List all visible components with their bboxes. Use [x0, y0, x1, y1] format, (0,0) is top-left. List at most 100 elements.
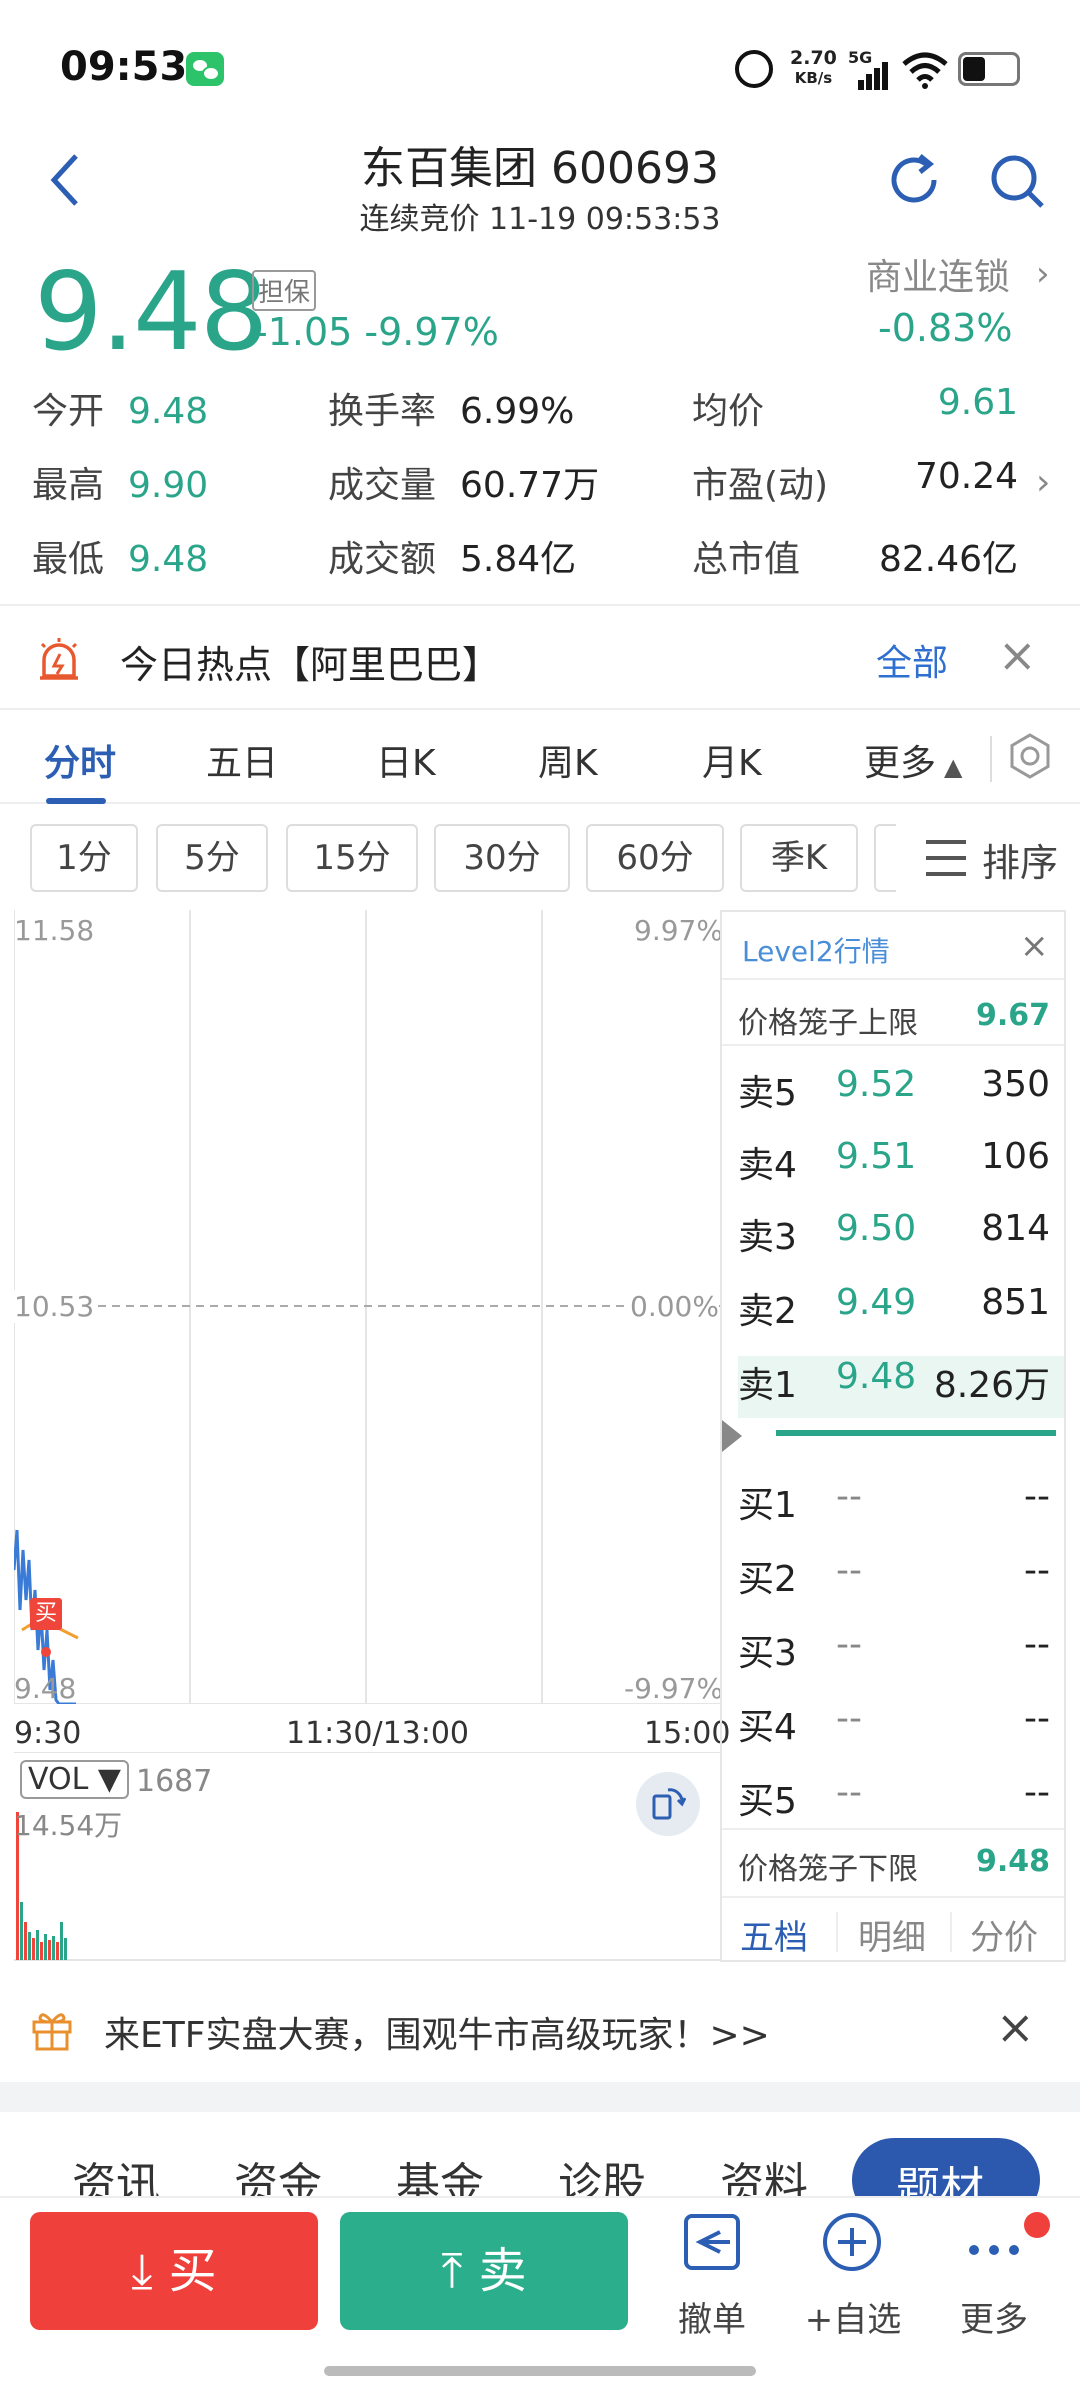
row-volume: 350: [981, 1064, 1050, 1105]
intraday-chart[interactable]: [14, 910, 720, 1704]
row-label: 卖5: [738, 1073, 797, 1114]
add-watch-icon[interactable]: [820, 2210, 884, 2274]
chevron-right-icon[interactable]: ›: [1036, 462, 1050, 503]
period-5min[interactable]: 5分: [156, 824, 268, 892]
pct-axis-mid: 0.00%: [630, 1290, 719, 1323]
order-book-title[interactable]: Level2行情: [742, 930, 890, 970]
row-label: 买4: [738, 1707, 797, 1748]
search-icon[interactable]: [986, 150, 1048, 212]
stat-value: 5.84亿: [460, 539, 577, 580]
stat-label: 市盈(动): [692, 465, 829, 506]
refresh-icon[interactable]: [884, 150, 944, 210]
sell-row-4[interactable]: 卖4 9.51 106: [738, 1132, 1050, 1188]
divider: [722, 1828, 1064, 1830]
period-30min[interactable]: 30分: [434, 824, 570, 892]
divider: [722, 1044, 1064, 1046]
hot-all-link[interactable]: 全部: [876, 634, 948, 686]
lower-limit-value: 9.48: [975, 1844, 1050, 1879]
sell-row-5[interactable]: 卖5 9.52 350: [738, 1060, 1050, 1116]
tab-underline: [46, 798, 106, 804]
add-watch-label[interactable]: +自选: [800, 2292, 906, 2341]
tab-five-day[interactable]: 五日: [206, 734, 278, 786]
order-book-tabs: 五档 明细 分价: [722, 1896, 1064, 1962]
row-volume: 814: [981, 1208, 1050, 1249]
stat-volume: 成交量 60.77万: [328, 456, 599, 508]
buy-row-4[interactable]: 买4 -- --: [738, 1694, 1050, 1750]
row-label: 卖2: [738, 1291, 797, 1332]
buy-row-5[interactable]: 买5 -- --: [738, 1768, 1050, 1824]
buy-row-3[interactable]: 买3 -- --: [738, 1620, 1050, 1676]
tab-price-dist[interactable]: 分价: [970, 1910, 1038, 1959]
close-icon[interactable]: ×: [1020, 926, 1049, 966]
stat-value: 6.99%: [460, 391, 575, 432]
period-quarter-k[interactable]: 季K: [740, 824, 858, 892]
margin-tag: 担保: [252, 270, 317, 311]
sector-change: -0.83%: [878, 306, 1013, 350]
period-15min[interactable]: 15分: [286, 824, 418, 892]
row-volume: --: [1024, 1772, 1050, 1813]
stat-value: 9.61: [937, 382, 1018, 423]
price-change: -1.05 -9.97%: [254, 310, 499, 354]
more-icon[interactable]: [962, 2210, 1026, 2274]
row-price: 9.48: [836, 1356, 917, 1397]
close-icon[interactable]: ×: [996, 2000, 1035, 2054]
sell-button[interactable]: ⤒ 卖: [340, 2212, 628, 2330]
tab-monthly-k[interactable]: 月K: [702, 734, 762, 786]
section-gap: [0, 2082, 1080, 2112]
hot-topic-bar[interactable]: 今日热点【阿里巴巴】 全部 ×: [0, 604, 1080, 710]
buy-button[interactable]: ⤓ 买: [30, 2212, 318, 2330]
tab-more[interactable]: 更多 ▲: [864, 734, 962, 786]
pct-axis-bot: -9.97%: [624, 1672, 724, 1705]
more-label[interactable]: 更多: [954, 2292, 1034, 2341]
cancel-order-label[interactable]: 撤单: [672, 2292, 752, 2341]
stat-pe[interactable]: 市盈(动) 70.24: [692, 456, 1018, 508]
promo-banner[interactable]: 来ETF实盘大赛，围观牛市高级玩家！>> ×: [0, 1978, 1080, 2082]
tab-intraday[interactable]: 分时: [44, 734, 116, 786]
period-1min[interactable]: 1分: [30, 824, 138, 892]
volume-indicator-select[interactable]: VOL ▼: [20, 1760, 129, 1799]
divider: [950, 1912, 952, 1952]
stat-avg-price: 均价 9.61: [692, 382, 1018, 434]
tab-five-levels[interactable]: 五档: [740, 1910, 808, 1959]
arrow-down-icon: ⤓: [131, 2243, 153, 2299]
rotate-screen-button[interactable]: [636, 1772, 700, 1836]
sort-area[interactable]: 排序: [896, 820, 1080, 896]
status-bar: 09:53 2.70 KB/s 5G: [0, 0, 1080, 130]
sell-row-2[interactable]: 卖2 9.49 851: [738, 1278, 1050, 1334]
tab-weekly-k[interactable]: 周K: [538, 734, 598, 786]
buy-row-2[interactable]: 买2 -- --: [738, 1546, 1050, 1602]
row-price: 9.52: [836, 1064, 917, 1105]
promo-text[interactable]: 来ETF实盘大赛，围观牛市高级玩家！>>: [104, 2006, 770, 2058]
close-icon[interactable]: ×: [998, 628, 1037, 682]
row-price: --: [836, 1550, 862, 1591]
buy-marker[interactable]: 买: [30, 1598, 62, 1630]
stat-label: 最低: [32, 539, 105, 580]
sector-name[interactable]: 商业连锁: [866, 248, 1010, 300]
sell-row-1[interactable]: 卖1 9.48 8.26万: [738, 1352, 1050, 1408]
home-indicator[interactable]: [324, 2366, 756, 2376]
order-book: Level2行情 × 价格笼子上限 9.67 卖5 9.52 350 卖4 9.51 1…: [720, 910, 1066, 1962]
time-end: 15:00: [644, 1716, 731, 1751]
tab-daily-k[interactable]: 日K: [376, 734, 436, 786]
row-volume: 851: [981, 1282, 1050, 1323]
stat-value: 60.77万: [460, 465, 600, 506]
stat-value: 9.48: [128, 391, 209, 432]
sell-row-3[interactable]: 卖3 9.50 814: [738, 1204, 1050, 1260]
alarm-icon: [735, 50, 773, 88]
trade-point: [41, 1647, 51, 1657]
row-label: 买5: [738, 1781, 797, 1822]
hot-topic-text[interactable]: 今日热点【阿里巴巴】: [120, 634, 500, 689]
stat-label: 成交额: [328, 539, 437, 580]
stat-label: 今开: [32, 391, 105, 432]
tab-detail[interactable]: 明细: [858, 1910, 926, 1959]
stat-low: 最低 9.48: [32, 530, 208, 582]
row-price: --: [836, 1624, 862, 1665]
row-volume: 106: [981, 1136, 1050, 1177]
gear-icon[interactable]: [1006, 732, 1054, 780]
gift-icon: [32, 2013, 72, 2051]
cancel-order-icon[interactable]: [680, 2210, 744, 2274]
chevron-right-icon[interactable]: ›: [1036, 254, 1050, 294]
signal-icon: [852, 60, 892, 90]
buy-row-1[interactable]: 买1 -- --: [738, 1472, 1050, 1528]
period-60min[interactable]: 60分: [586, 824, 724, 892]
